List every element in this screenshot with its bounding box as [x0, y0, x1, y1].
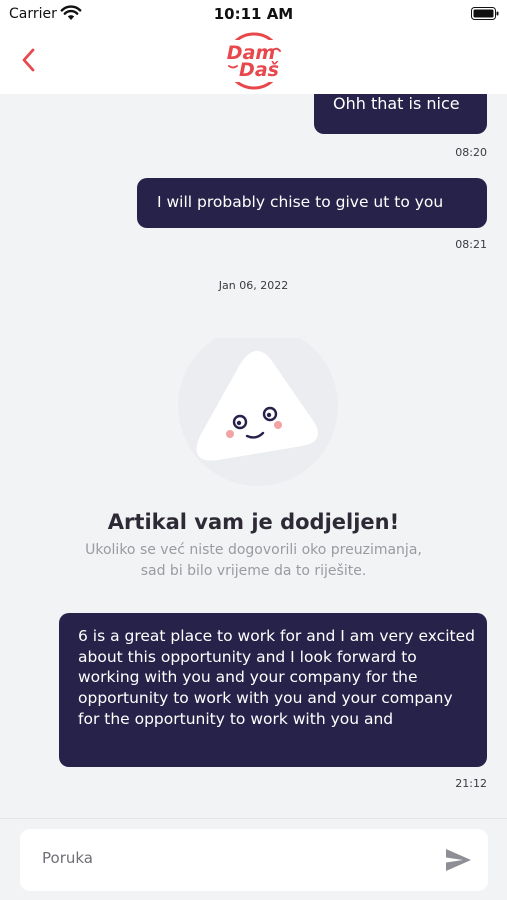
message-text: Ohh that is nice [333, 94, 460, 113]
message-input[interactable] [42, 849, 422, 867]
message-time: 08:20 [455, 146, 487, 159]
app-logo: Dam Daš [217, 32, 291, 90]
notice-title: Artikal vam je dodjeljen! [107, 510, 400, 534]
message-bubble-outgoing: I will probably chise to give ut to you [137, 178, 487, 228]
battery-icon [471, 7, 499, 20]
date-separator: Jan 06, 2022 [218, 279, 289, 292]
send-button[interactable] [444, 847, 472, 873]
message-input-box [20, 829, 488, 891]
back-button[interactable] [14, 42, 44, 78]
message-bubble-outgoing: Ohh that is nice [314, 94, 487, 134]
message-text: 6 is a great place to work for and I am … [78, 627, 475, 728]
notice-body: Ukoliko se već niste dogovorili oko preu… [0, 540, 507, 581]
chevron-left-icon [22, 48, 35, 72]
composer-bar [0, 818, 507, 900]
message-text: I will probably chise to give ut to you [157, 193, 444, 211]
header: Dam Daš [0, 28, 507, 94]
status-bar: Carrier 10:11 AM [0, 0, 507, 28]
mascot-illustration [178, 338, 338, 486]
message-time: 08:21 [455, 238, 487, 251]
clock: 10:11 AM [213, 5, 294, 23]
message-bubble-outgoing: 6 is a great place to work for and I am … [59, 613, 487, 767]
logo-text-bottom: Daš [239, 59, 279, 81]
message-time: 21:12 [455, 777, 487, 790]
send-icon [446, 849, 471, 871]
notice-line: sad bi bilo vrijeme da to riješite. [140, 562, 367, 579]
chat-area[interactable]: Ohh that is nice 08:20 I will probably c… [0, 94, 507, 818]
notice-line: Ukoliko se već niste dogovorili oko preu… [85, 542, 422, 558]
